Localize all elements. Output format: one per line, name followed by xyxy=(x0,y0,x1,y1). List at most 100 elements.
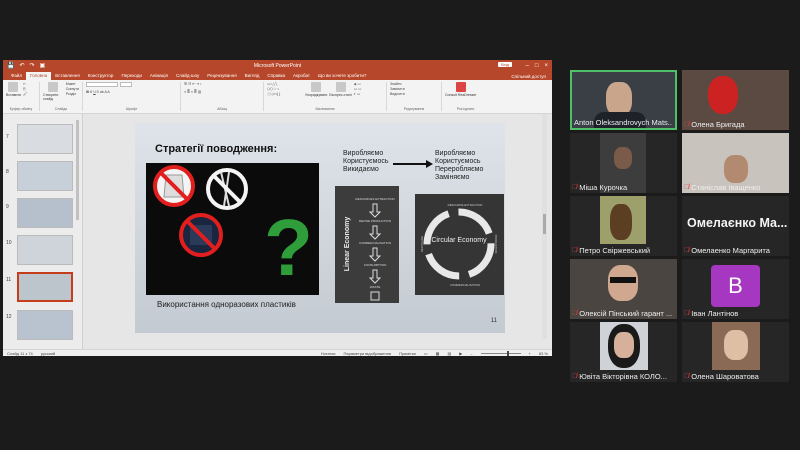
quick-styles-button[interactable]: Експрес-стилі xyxy=(329,82,352,97)
thumbnail-slide-11[interactable] xyxy=(17,272,73,302)
thumbnail-slide-9[interactable] xyxy=(17,198,73,228)
participant-name: 🎙̸ Станіслав Іващенко xyxy=(684,183,761,192)
muted-mic-icon: 🎙̸ xyxy=(684,121,690,128)
maximize-icon[interactable]: □ xyxy=(535,63,539,69)
thumb-number: 9 xyxy=(6,204,9,210)
participant-tile[interactable]: Anton Oleksandrovych Mats.. xyxy=(570,70,677,130)
participant-tile[interactable]: 🎙̸ Олена Бригада xyxy=(682,70,789,130)
select-button[interactable]: Виділити xyxy=(390,92,405,97)
linear-step: DEFINE PRODUCTION xyxy=(359,219,391,223)
participant-name: 🎙̸ Олексій Пінський гарант ... xyxy=(572,309,673,318)
tab-design[interactable]: Конструктор xyxy=(84,72,118,80)
shape-fill-buttons[interactable]: ◈ ▭ ▭ ▭ ◐ ▭ xyxy=(354,82,362,97)
slide-scrollbar[interactable] xyxy=(542,114,547,339)
circular-step: RESOURCE EXTRACTION xyxy=(448,203,483,207)
circular-step: COMMERCIALISATION xyxy=(450,283,480,287)
circular-economy-label: Circular Economy xyxy=(431,237,487,244)
linear-step: COMMERCIALISATION xyxy=(359,241,391,245)
font-name-field[interactable] xyxy=(86,82,118,87)
slide-page-number: 11 xyxy=(490,318,497,324)
normal-view-icon[interactable]: ▭ xyxy=(424,351,428,356)
dog-photo xyxy=(610,204,632,240)
consult-icon xyxy=(455,82,466,92)
present-icon[interactable]: ▣ xyxy=(40,62,46,69)
share-button[interactable]: Спільний доступ xyxy=(511,73,552,80)
thumbnail-slide-10[interactable] xyxy=(17,235,73,265)
quick-access-toolbar: 💾 ↶ ↷ ▣ xyxy=(7,62,45,69)
save-icon[interactable]: 💾 xyxy=(7,62,14,69)
slides-group: Створити слайд Макет Скинути Розділ Слай… xyxy=(43,82,83,111)
language-indicator[interactable]: русский xyxy=(41,351,55,356)
circular-step: RECYCLING xyxy=(420,236,424,252)
participant-tile[interactable]: 🎙̸ Петро Свіржевський xyxy=(570,196,677,256)
work-area: 7 8 9 10 11 12 Стратегії поводження: ? В… xyxy=(3,114,552,349)
minimize-icon[interactable]: – xyxy=(526,63,529,69)
thumbnail-slide-12[interactable] xyxy=(17,310,73,340)
tab-home[interactable]: Головна xyxy=(26,72,52,80)
font-format-buttons[interactable]: Ж К Ч S ab A A xyxy=(86,90,110,95)
muted-mic-icon: 🎙̸ xyxy=(684,184,690,191)
circular-step: PRODUCTION xyxy=(494,235,498,254)
redo-icon[interactable]: ↷ xyxy=(30,62,35,69)
powerpoint-window: 💾 ↶ ↷ ▣ Microsoft PowerPoint Вхід – □ × … xyxy=(3,60,552,356)
clipboard-small-buttons[interactable]: ✂ ⎘ 🖌 xyxy=(23,82,27,97)
person-face xyxy=(608,265,638,301)
sorter-view-icon[interactable]: ▦ xyxy=(436,351,440,356)
arrange-icon xyxy=(311,82,322,92)
participant-tile[interactable]: 🎙̸ Олексій Пінський гарант ... xyxy=(570,259,677,319)
arrange-button[interactable]: Упорядкувати xyxy=(305,82,327,97)
zoom-level[interactable]: 83 % xyxy=(539,351,548,356)
thumbnail-slide-7[interactable] xyxy=(17,124,73,154)
zoom-slider[interactable] xyxy=(480,350,521,356)
slideshow-view-icon[interactable]: ▶ xyxy=(459,351,462,356)
participant-avatar: B xyxy=(711,265,760,307)
participant-tile[interactable]: Омелаєнко Ма... 🎙̸ Омелаенко Маргарита xyxy=(682,196,789,256)
close-icon[interactable]: × xyxy=(544,63,548,69)
reading-view-icon[interactable]: ▤ xyxy=(447,351,451,356)
list-buttons[interactable]: ☰ ☷ ⇤ ⇥ ↕ xyxy=(184,82,202,87)
tab-acrobat[interactable]: Акробат xyxy=(289,72,314,80)
participant-tile[interactable]: 🎙̸ Ювіта Вікторівна КОЛО... xyxy=(570,322,677,382)
tab-review[interactable]: Рецензування xyxy=(203,72,240,80)
paste-button[interactable]: Вставити xyxy=(6,82,21,97)
participant-tile[interactable]: 🎙̸ Станіслав Іващенко xyxy=(682,133,789,193)
comments-button[interactable]: Примітки xyxy=(399,351,416,356)
shapes-gallery[interactable]: ▭○△╲ ⬠⬡☆⤳ ⬜◇⬭{ } xyxy=(267,82,303,97)
thumb-number: 11 xyxy=(6,277,12,283)
zoom-in-icon[interactable]: + xyxy=(529,351,531,356)
thumbnail-slide-8[interactable] xyxy=(17,161,73,191)
tab-animations[interactable]: Анімація xyxy=(146,72,172,80)
linear-step: RESOURCES EXTRACTION xyxy=(355,197,394,201)
consult-button[interactable]: Consult ReaDresser xyxy=(445,82,477,97)
undo-icon[interactable]: ↶ xyxy=(19,62,24,69)
tab-help[interactable]: Справка xyxy=(263,72,289,80)
participant-tile[interactable]: B 🎙̸ Іван Лантінов xyxy=(682,259,789,319)
tab-insert[interactable]: Вставлення xyxy=(51,72,84,80)
display-settings-button[interactable]: Параметри відображення xyxy=(343,351,391,356)
person-face xyxy=(606,82,632,116)
participant-tile[interactable]: 🎙̸ Олена Шароватова xyxy=(682,322,789,382)
tab-file[interactable]: Файл xyxy=(7,72,26,80)
new-slide-button[interactable]: Створити слайд xyxy=(43,82,64,101)
tell-me-search[interactable]: Що ви хочете зробити? xyxy=(314,72,370,80)
current-slide[interactable]: Стратегії поводження: ? Використання одн… xyxy=(135,123,505,333)
muted-mic-icon: 🎙̸ xyxy=(572,310,578,317)
status-bar: Слайд 11 з 74 русский Нотатки Параметри … xyxy=(3,349,552,356)
section-button[interactable]: Розділ xyxy=(66,92,79,97)
tab-slideshow[interactable]: Слайд-шоу xyxy=(172,72,203,80)
tab-view[interactable]: Вигляд xyxy=(241,72,264,80)
align-buttons[interactable]: ≡ ≣ ≡ ≣ ▥ xyxy=(184,90,201,95)
participant-tile[interactable]: 🎙̸ Міша Курочка xyxy=(570,133,677,193)
thumb-number: 10 xyxy=(6,240,12,246)
thumb-number: 7 xyxy=(6,134,9,140)
thumbnails-scrollbar[interactable] xyxy=(76,120,79,220)
scrollbar-thumb[interactable] xyxy=(543,214,546,234)
zoom-out-icon[interactable]: – xyxy=(470,351,472,356)
notes-button[interactable]: Нотатки xyxy=(321,351,336,356)
muted-mic-icon: 🎙̸ xyxy=(684,310,690,317)
slide-title: Стратегії поводження: xyxy=(155,143,278,155)
signin-button[interactable]: Вхід xyxy=(498,62,512,67)
font-size-field[interactable] xyxy=(120,82,132,87)
tab-transitions[interactable]: Переходи xyxy=(117,72,145,80)
plastics-image: ? xyxy=(146,163,319,295)
